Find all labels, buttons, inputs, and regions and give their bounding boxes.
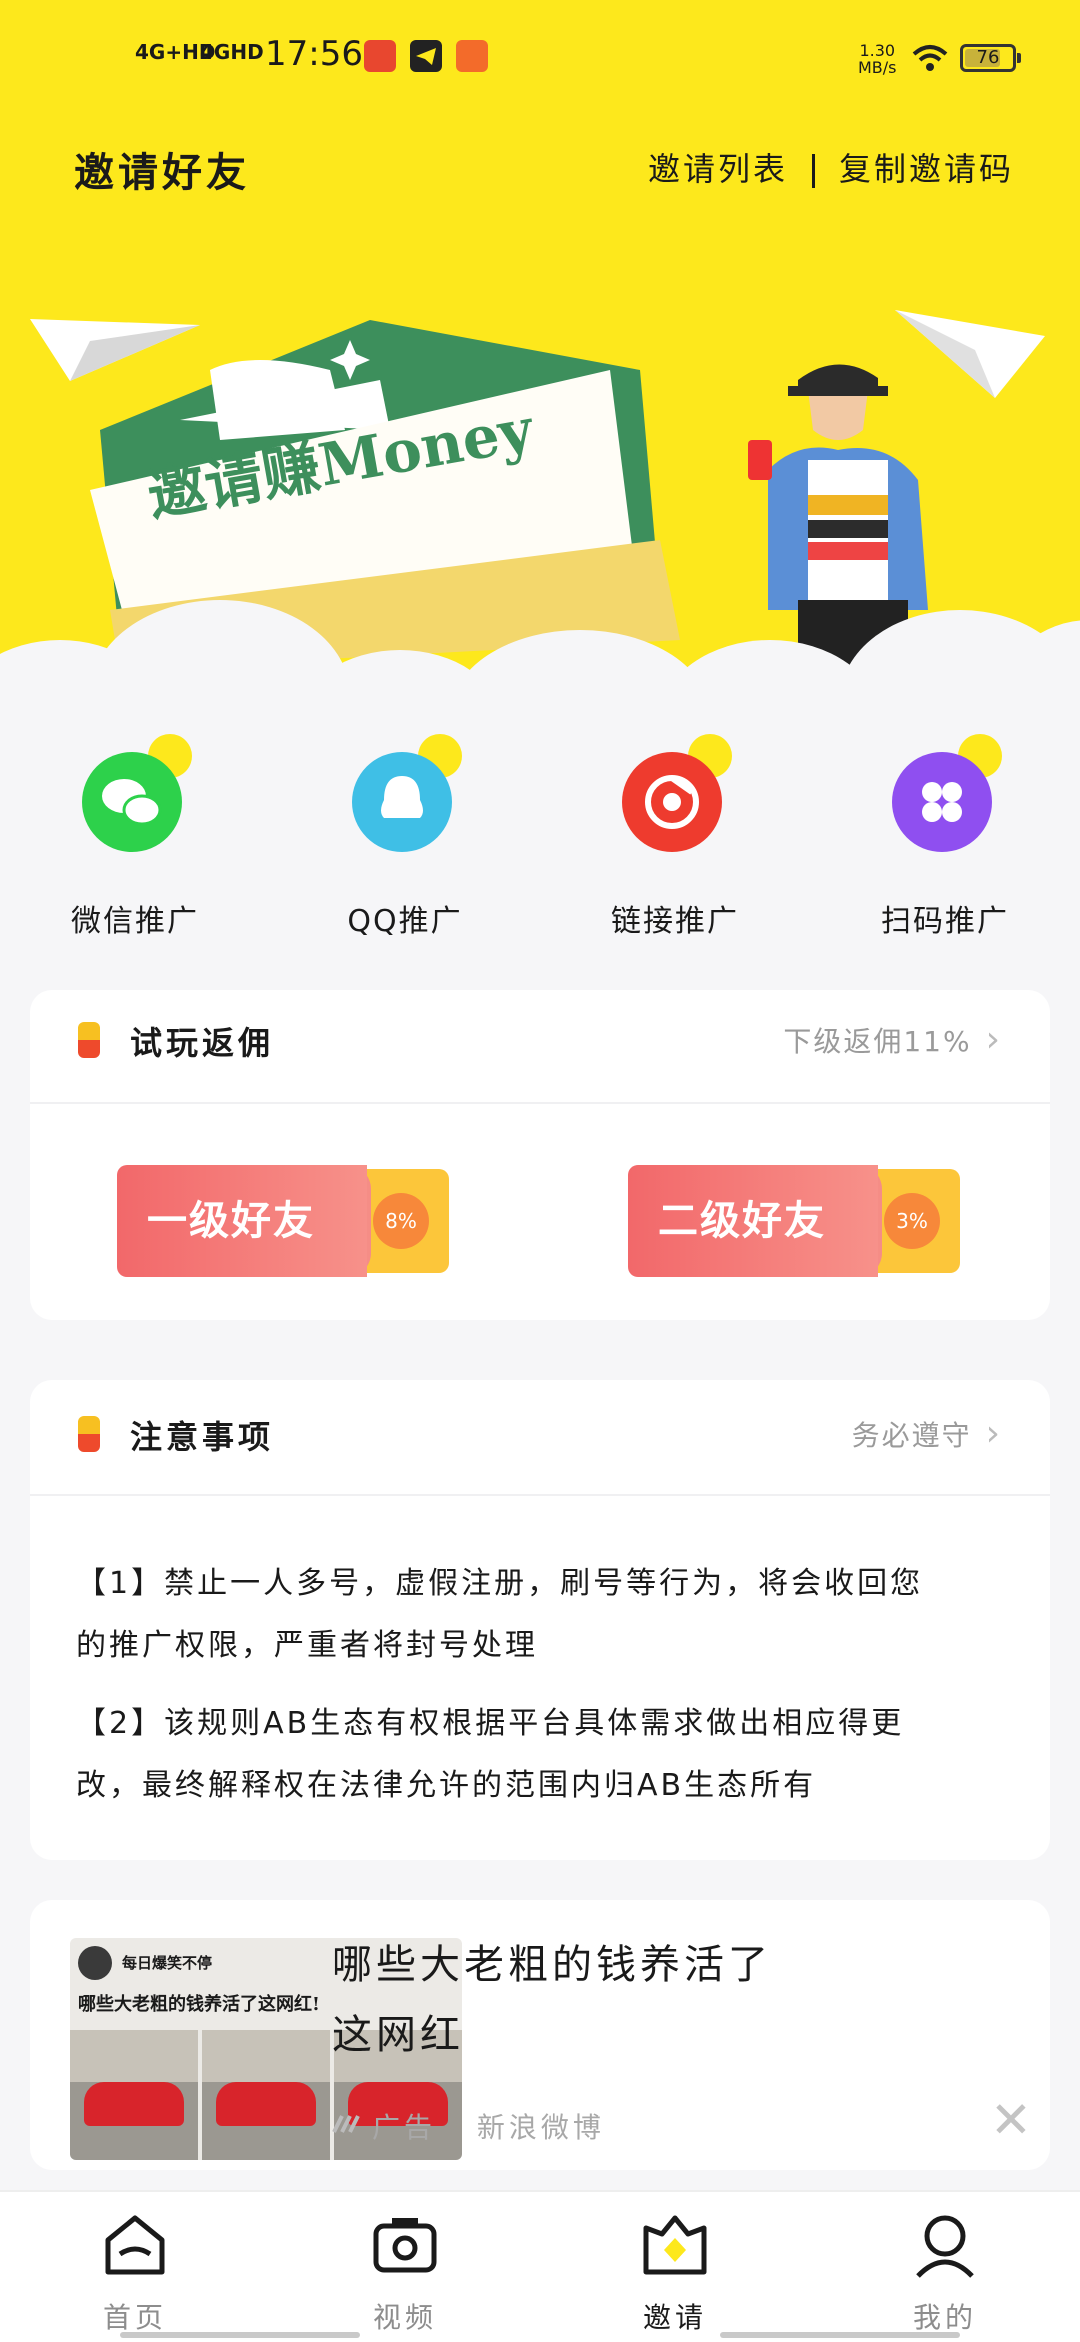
qq-icon xyxy=(340,730,470,860)
section-title: 注意事项 xyxy=(130,1418,275,1456)
ticket-label: 一级好友 xyxy=(117,1165,367,1277)
app-notification-icon xyxy=(456,40,488,72)
chevron-right-icon: › xyxy=(985,1413,1002,1454)
home-icon xyxy=(105,2215,165,2275)
section-title: 试玩返佣 xyxy=(130,1024,275,1062)
promo-link[interactable]: 链接推广 xyxy=(575,730,775,940)
level2-friend-coupon[interactable]: 二级好友 3% xyxy=(628,1165,960,1277)
rule-line: 【2】该规则AB生态有权根据平台具体需求做出相应得更 xyxy=(76,1706,905,1741)
network-indicator: 4GHD xyxy=(200,40,264,64)
page-title: 邀请好友 xyxy=(74,150,250,196)
ad-label: 广告 xyxy=(372,2111,437,2144)
rule-line: 【1】禁止一人多号，虚假注册，刷号等行为，将会收回您 xyxy=(76,1566,924,1601)
ticket-label: 二级好友 xyxy=(628,1165,878,1277)
tab-video[interactable]: 视频 xyxy=(325,2192,485,2336)
news-source: 新浪微博 xyxy=(476,2111,605,2144)
home-indicator xyxy=(120,2332,360,2338)
promo-label: 链接推广 xyxy=(611,904,739,939)
thumb-photo xyxy=(202,2030,330,2160)
rate-badge: 3% xyxy=(884,1193,940,1249)
home-indicator xyxy=(720,2332,960,2338)
rate-badge: 8% xyxy=(373,1193,429,1249)
promo-circle xyxy=(892,752,992,852)
rule-line: 的推广权限，严重者将封号处理 xyxy=(76,1628,538,1663)
thumb-source: 每日爆笑不停 xyxy=(122,1954,213,1972)
promo-label: 扫码推广 xyxy=(881,904,1009,939)
notice-card: 注意事项 务必遵守 › 【1】禁止一人多号，虚假注册，刷号等行为，将会收回您 的推… xyxy=(30,1380,1050,1860)
header-links: 邀请列表 复制邀请码 xyxy=(648,144,1014,190)
close-icon[interactable]: ✕ xyxy=(990,2095,1032,2145)
profile-icon xyxy=(916,2215,974,2278)
tab-label: 我的 xyxy=(912,2301,977,2334)
news-ad-card[interactable]: 每日爆笑不停 哪些大老粗的钱养活了这网红! 哪些大老粗的钱养活了 这网红 广告 … xyxy=(30,1900,1050,2170)
telegram-icon xyxy=(410,40,442,72)
tab-label: 视频 xyxy=(372,2301,437,2334)
promo-circle xyxy=(82,752,182,852)
more-label: 下级返佣11% xyxy=(783,1025,972,1058)
invite-icon xyxy=(643,2215,707,2275)
level1-friend-coupon[interactable]: 一级好友 8% xyxy=(117,1165,449,1277)
tab-label: 邀请 xyxy=(642,2301,707,2334)
wifi-icon xyxy=(912,45,948,71)
tab-label: 首页 xyxy=(102,2301,167,2334)
subordinate-rebate-link[interactable]: 下级返佣11% › xyxy=(783,1020,1002,1060)
bottom-tab-bar: 首页 视频 邀请 我的 xyxy=(0,2190,1080,2342)
section-header: 注意事项 务必遵守 › xyxy=(30,1380,1050,1480)
car-shape xyxy=(84,2082,184,2126)
speed-unit: MB/s xyxy=(858,58,897,77)
headline-line: 哪些大老粗的钱养活了 xyxy=(332,1942,772,1988)
battery-text: 76 xyxy=(976,47,1000,68)
promo-wechat[interactable]: 微信推广 xyxy=(35,730,235,940)
news-headline: 哪些大老粗的钱养活了 这网红 xyxy=(332,1930,1032,2070)
tab-profile[interactable]: 我的 xyxy=(865,2192,1025,2336)
promo-label: 微信推广 xyxy=(71,904,199,939)
rule-line: 改，最终解释权在法律允许的范围内归AB生态所有 xyxy=(76,1768,817,1803)
ad-logo-icon xyxy=(332,2115,360,2133)
divider xyxy=(811,154,815,188)
section-marker xyxy=(78,1022,100,1058)
header-hero: 4G+HD 4GHD 17:56 1.30 MB/s 76 邀请好友 邀请列表 复… xyxy=(0,0,1080,720)
section-header: 试玩返佣 下级返佣11% › xyxy=(30,990,1050,1090)
rule-1: 【1】禁止一人多号，虚假注册，刷号等行为，将会收回您 的推广权限，严重者将封号处… xyxy=(76,1560,1026,1670)
camera-icon xyxy=(373,2218,437,2273)
must-comply-link[interactable]: 务必遵守 › xyxy=(852,1414,1002,1454)
network-speed: 1.30 MB/s xyxy=(858,42,897,76)
tab-invite[interactable]: 邀请 xyxy=(595,2192,755,2336)
invite-list-link[interactable]: 邀请列表 xyxy=(648,150,788,188)
more-label: 务必遵守 xyxy=(851,1419,972,1452)
battery-indicator: 76 xyxy=(960,44,1021,72)
tab-home[interactable]: 首页 xyxy=(55,2192,215,2336)
promo-circle xyxy=(622,752,722,852)
section-marker xyxy=(78,1416,100,1452)
speed-value: 1.30 xyxy=(859,41,896,60)
copy-invite-code-link[interactable]: 复制邀请码 xyxy=(839,150,1014,188)
clock: 17:56 xyxy=(265,34,363,74)
status-bar: 4G+HD 4GHD 17:56 1.30 MB/s 76 xyxy=(0,0,1080,110)
promo-circle xyxy=(352,752,452,852)
divider xyxy=(30,1102,1050,1104)
thumb-caption: 哪些大老粗的钱养活了这网红! xyxy=(78,1994,320,2015)
promo-qq[interactable]: QQ推广 xyxy=(305,730,505,940)
divider xyxy=(30,1494,1050,1496)
car-shape xyxy=(216,2082,316,2126)
promo-qrcode[interactable]: 扫码推广 xyxy=(845,730,1045,940)
app-notification-icon xyxy=(364,40,396,72)
rule-2: 【2】该规则AB生态有权根据平台具体需求做出相应得更 改，最终解释权在法律允许的… xyxy=(76,1700,1026,1810)
news-meta: 广告 新浪微博 xyxy=(372,2106,605,2146)
chevron-right-icon: › xyxy=(985,1019,1002,1060)
promo-options: 微信推广 QQ推广 链接推广 扫码推广 xyxy=(0,730,1080,950)
promo-label: QQ推广 xyxy=(347,904,463,939)
link-icon xyxy=(610,730,740,860)
avatar xyxy=(78,1946,112,1980)
wechat-icon xyxy=(70,730,200,860)
thumb-photo xyxy=(70,2030,198,2160)
qr-icon xyxy=(880,730,1010,860)
headline-line: 这网红 xyxy=(332,2012,464,2058)
